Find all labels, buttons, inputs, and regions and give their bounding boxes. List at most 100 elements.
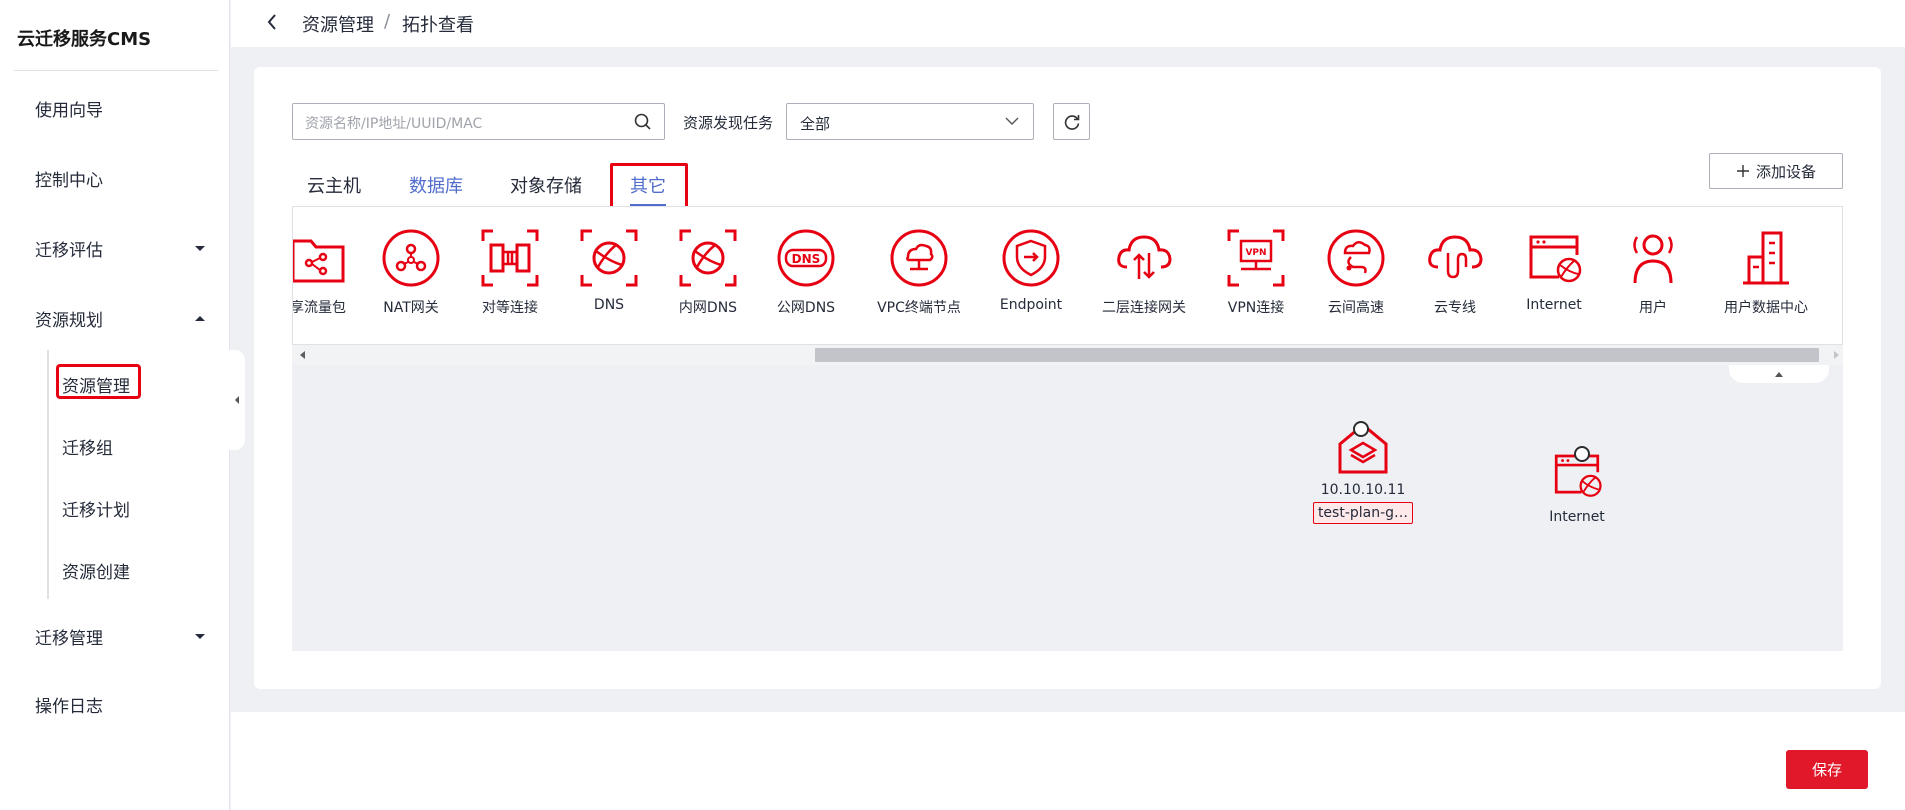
- chevron-left-icon: [235, 396, 239, 404]
- nat-gateway-icon: [382, 229, 440, 287]
- chevron-down-icon: [1005, 117, 1019, 125]
- palette-item-label: DNS: [593, 297, 625, 313]
- palette-item-private-dns[interactable]: 内网DNS: [653, 227, 763, 317]
- topology-canvas[interactable]: 10.10.10.11 test-plan-g… Internet: [292, 365, 1843, 651]
- save-button[interactable]: 保存: [1786, 750, 1868, 789]
- palette-item-peering[interactable]: 对等连接: [455, 227, 565, 317]
- palette-item-label: 内网DNS: [678, 300, 738, 316]
- refresh-icon: [1064, 114, 1079, 130]
- datacenter-icon: [1743, 231, 1789, 285]
- refresh-button[interactable]: [1053, 103, 1090, 140]
- public-dns-icon: DNS: [777, 229, 835, 287]
- node-ip: 10.10.10.11: [1320, 482, 1406, 498]
- palette-item-endpoint[interactable]: Endpoint: [976, 227, 1086, 313]
- palette-item-label: 云间高速: [1328, 300, 1384, 316]
- palette-item-label: 对等连接: [482, 300, 538, 316]
- submenu-rail: [47, 350, 49, 599]
- sidebar-item-assessment[interactable]: 迁移评估: [35, 236, 205, 261]
- sidebar-subitem-migration-group[interactable]: 迁移组: [62, 434, 113, 459]
- resource-palette: 享流量包 NAT网关 对等连接 DNS 内网DNS DNS 公网DNS VPC终…: [292, 206, 1843, 345]
- breadcrumb-current: 拓扑查看: [402, 15, 474, 36]
- sidebar-item-label: 控制中心: [35, 171, 103, 191]
- palette-scrollbar[interactable]: [292, 345, 1843, 365]
- internet-icon: [1529, 235, 1582, 283]
- cloud-connect-icon: [1327, 229, 1385, 287]
- collapse-palette-button[interactable]: [1729, 365, 1829, 383]
- tab-cloud-host[interactable]: 云主机: [307, 172, 361, 198]
- breadcrumb-parent[interactable]: 资源管理: [302, 11, 374, 37]
- palette-item-datacenter[interactable]: 用户数据中心: [1711, 227, 1821, 317]
- sidebar-collapse-toggle[interactable]: [229, 350, 245, 450]
- caret-up-icon: [195, 316, 205, 321]
- divider: [14, 70, 218, 71]
- direct-connect-icon: [1428, 235, 1483, 279]
- select-value: 全部: [800, 115, 831, 133]
- dns-icon: [580, 229, 638, 287]
- palette-item-dns[interactable]: DNS: [554, 227, 664, 313]
- palette-item-label: Internet: [1526, 297, 1582, 313]
- palette-item-label: 公网DNS: [776, 300, 836, 316]
- private-dns-icon: [679, 229, 737, 287]
- sidebar-item-label: 迁移评估: [35, 241, 103, 261]
- breadcrumb-separator: /: [384, 11, 391, 32]
- endpoint-icon: [1002, 229, 1060, 287]
- tab-database[interactable]: 数据库: [409, 172, 463, 198]
- palette-item-label: Endpoint: [999, 297, 1063, 313]
- palette-item-internet[interactable]: Internet: [1499, 227, 1609, 313]
- search-icon[interactable]: [634, 113, 652, 131]
- node-name-label[interactable]: test-plan-g…: [1312, 502, 1414, 524]
- svg-text:DNS: DNS: [792, 252, 821, 266]
- add-device-button[interactable]: 添加设备: [1709, 153, 1843, 189]
- search-input[interactable]: 资源名称/IP地址/UUID/MAC: [292, 103, 665, 140]
- tab-object-storage[interactable]: 对象存储: [510, 172, 582, 198]
- vpc-endpoint-icon: [890, 229, 948, 287]
- palette-item-label: 用户: [1639, 300, 1667, 316]
- app-brand: 云迁移服务CMS: [17, 29, 152, 50]
- l2-gateway-icon: [1117, 235, 1172, 279]
- node-name-label: Internet: [1549, 509, 1605, 525]
- footer-bar: [231, 712, 1905, 810]
- palette-item-public-dns[interactable]: DNS 公网DNS: [751, 227, 861, 317]
- palette-item-vpn[interactable]: VPN VPN连接: [1201, 227, 1311, 317]
- palette-item-direct-connect[interactable]: 云专线: [1400, 227, 1510, 317]
- palette-item-label: VPN连接: [1227, 300, 1285, 316]
- sidebar-item-label: 使用向导: [35, 101, 103, 121]
- sidebar-subitem-resource-management[interactable]: 资源管理: [62, 372, 130, 397]
- sidebar: 云迁移服务CMS 使用向导 控制中心 迁移评估 资源规划 资源管理 迁移组 迁移…: [0, 0, 230, 810]
- palette-item-label: 云专线: [1434, 300, 1476, 316]
- caret-down-icon: [195, 246, 205, 251]
- sidebar-item-control-center[interactable]: 控制中心: [35, 166, 205, 191]
- back-arrow-icon[interactable]: [266, 13, 278, 31]
- discovery-task-select[interactable]: 全部: [786, 103, 1034, 140]
- palette-item-label: 二层连接网关: [1102, 300, 1186, 316]
- palette-item-label: NAT网关: [383, 300, 439, 316]
- caret-down-icon: [195, 634, 205, 639]
- scroll-right-arrow-icon[interactable]: [1834, 351, 1839, 359]
- palette-item-l2-gateway[interactable]: 二层连接网关: [1089, 227, 1199, 317]
- palette-item-label: 用户数据中心: [1724, 300, 1808, 316]
- sidebar-subitem-migration-plan[interactable]: 迁移计划: [62, 496, 130, 521]
- scrollbar-thumb[interactable]: [815, 348, 1819, 362]
- node-status-indicator: [1574, 446, 1590, 462]
- palette-item-user[interactable]: 用户: [1598, 227, 1708, 317]
- discovery-task-label: 资源发现任务: [683, 114, 774, 132]
- palette-item-nat-gateway[interactable]: NAT网关: [356, 227, 466, 317]
- peering-icon: [481, 229, 539, 287]
- sidebar-item-operation-log[interactable]: 操作日志: [35, 692, 205, 717]
- sidebar-item-resource-planning[interactable]: 资源规划: [35, 306, 205, 331]
- palette-item-cloud-connect[interactable]: 云间高速: [1301, 227, 1411, 317]
- sidebar-subitem-resource-create[interactable]: 资源创建: [62, 558, 130, 583]
- scroll-left-arrow-icon[interactable]: [300, 351, 305, 359]
- palette-item-vpc-endpoint[interactable]: VPC终端节点: [864, 227, 974, 317]
- vpn-icon: VPN: [1227, 229, 1285, 287]
- svg-text:VPN: VPN: [1245, 248, 1266, 258]
- tab-other[interactable]: 其它: [630, 172, 666, 198]
- sidebar-item-guide[interactable]: 使用向导: [35, 96, 205, 121]
- sidebar-item-migration-management[interactable]: 迁移管理: [35, 624, 205, 649]
- caret-up-icon: [1775, 371, 1783, 377]
- palette-item-label: VPC终端节点: [877, 300, 961, 316]
- node-status-indicator: [1353, 421, 1369, 437]
- sidebar-item-label: 资源规划: [35, 311, 103, 331]
- folder-share-icon: [293, 239, 345, 283]
- sidebar-item-label: 迁移管理: [35, 629, 103, 649]
